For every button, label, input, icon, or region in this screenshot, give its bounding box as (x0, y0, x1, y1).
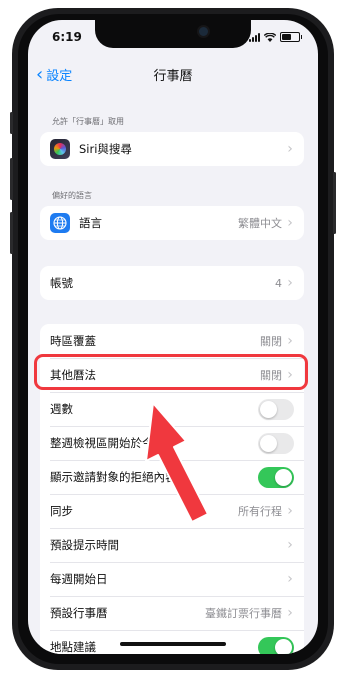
volume-up-button (10, 158, 13, 200)
volume-down-button (10, 212, 13, 254)
home-indicator (120, 642, 226, 646)
screen: 6:19 ‹ 設定 行事曆 允許「行事曆」取用 Siri與搜尋 › 偏好的語言 (28, 20, 318, 654)
mute-switch (10, 112, 13, 134)
power-button (333, 172, 336, 234)
pointer-arrow-icon (145, 402, 209, 523)
